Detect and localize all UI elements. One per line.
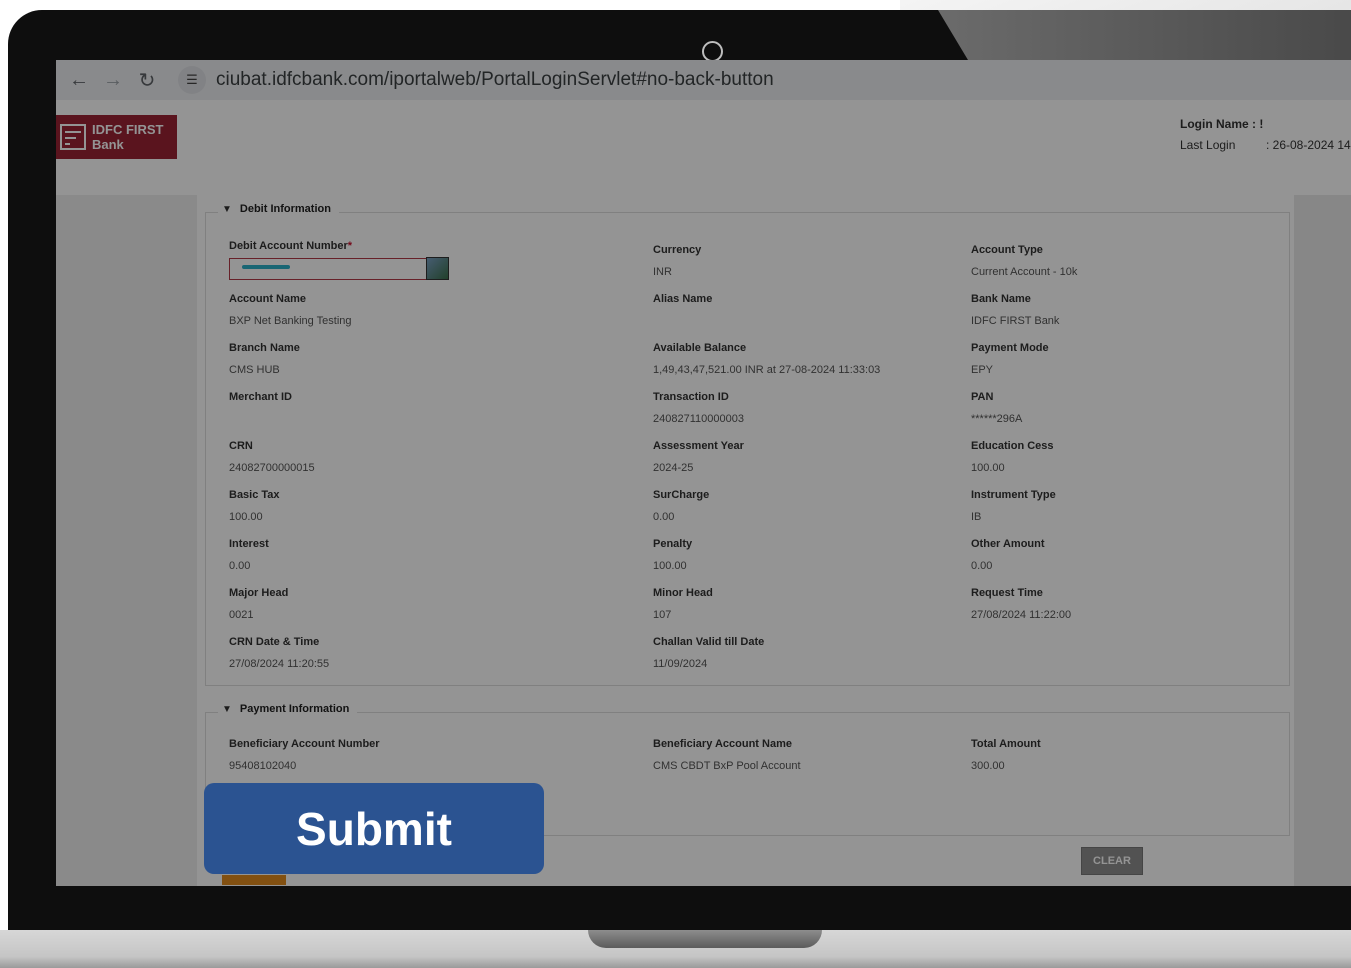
- currency-value: INR: [653, 266, 672, 278]
- last-login-value: : 26-08-2024 14: [1266, 138, 1351, 152]
- right-panel: [1294, 195, 1351, 886]
- debit-account-label: Debit Account Number: [229, 240, 348, 252]
- other-amount-label: Other Amount: [971, 538, 1045, 550]
- surcharge-label: SurCharge: [653, 489, 710, 501]
- total-amount-value: 300.00: [971, 760, 1005, 772]
- address-bar[interactable]: ☰ ciubat.idfcbank.com/iportalweb/PortalL…: [178, 65, 1351, 95]
- collapse-icon[interactable]: ▼: [222, 204, 232, 215]
- hidden-button-edge: [222, 875, 286, 885]
- major-head-value: 0021: [229, 609, 254, 621]
- penalty-label: Penalty: [653, 538, 693, 550]
- logo-text-line2: Bank: [92, 137, 124, 152]
- surcharge-value: 0.00: [653, 511, 675, 523]
- request-time-label: Request Time: [971, 587, 1043, 599]
- education-cess-label: Education Cess: [971, 440, 1054, 452]
- major-head-label: Major Head: [229, 587, 289, 599]
- available-balance-value: 1,49,43,47,521.00 INR at 27-08-2024 11:3…: [653, 364, 881, 376]
- left-panel: [56, 195, 197, 886]
- masked-account-value: [242, 265, 290, 269]
- beneficiary-account-number-value: 95408102040: [229, 760, 297, 772]
- crn-value: 24082700000015: [229, 462, 315, 474]
- available-balance-label: Available Balance: [653, 342, 747, 354]
- camera-icon: [702, 41, 723, 62]
- url-text: ciubat.idfcbank.com/iportalweb/PortalLog…: [216, 69, 774, 90]
- last-login-label: Last Login: [1180, 138, 1236, 152]
- required-mark: *: [347, 240, 353, 252]
- basic-tax-label: Basic Tax: [229, 489, 280, 501]
- account-name-label: Account Name: [229, 293, 307, 305]
- logo-text-line1: IDFC FIRST: [92, 122, 164, 137]
- instrument-type-value: IB: [971, 511, 982, 523]
- beneficiary-account-name-value: CMS CBDT BxP Pool Account: [653, 760, 801, 772]
- laptop-notch: [588, 930, 822, 948]
- interest-value: 0.00: [229, 560, 251, 572]
- beneficiary-account-number-label: Beneficiary Account Number: [229, 738, 380, 750]
- payment-mode-label: Payment Mode: [971, 342, 1049, 354]
- debit-section-title: Debit Information: [239, 203, 331, 215]
- account-type-value: Current Account - 10k: [971, 266, 1078, 278]
- alias-name-label: Alias Name: [653, 293, 713, 305]
- challan-valid-label: Challan Valid till Date: [653, 636, 765, 648]
- other-amount-value: 0.00: [971, 560, 993, 572]
- pan-value: ******296A: [971, 413, 1023, 425]
- page-header: IDFC FIRST Bank Login Name : ! Last Logi…: [56, 100, 1351, 195]
- request-time-value: 27/08/2024 11:22:00: [971, 609, 1072, 621]
- idfc-logo[interactable]: IDFC FIRST Bank: [56, 115, 177, 159]
- clear-button[interactable]: CLEAR: [1081, 847, 1143, 875]
- browser-toolbar: ← → ↻ ☰ ciubat.idfcbank.com/iportalweb/P…: [56, 60, 1351, 100]
- pan-label: PAN: [971, 391, 994, 403]
- crn-datetime-label: CRN Date & Time: [229, 636, 320, 648]
- debit-information-section: ▼ Debit Information Debit Account Number…: [205, 203, 1290, 686]
- account-name-value: BXP Net Banking Testing: [229, 315, 352, 327]
- assessment-year-label: Assessment Year: [653, 440, 744, 452]
- interest-label: Interest: [229, 538, 269, 550]
- transaction-id-value: 240827110000003: [653, 413, 744, 425]
- minor-head-value: 107: [653, 609, 672, 621]
- reload-icon[interactable]: ↻: [130, 65, 164, 95]
- crn-datetime-value: 27/08/2024 11:20:55: [229, 658, 330, 670]
- minor-head-label: Minor Head: [653, 587, 713, 599]
- basic-tax-value: 100.00: [229, 511, 263, 523]
- transaction-id-label: Transaction ID: [653, 391, 729, 403]
- challan-valid-value: 11/09/2024: [653, 658, 708, 670]
- back-arrow-icon[interactable]: ←: [62, 65, 96, 95]
- forward-arrow-icon[interactable]: →: [96, 65, 130, 95]
- account-type-label: Account Type: [971, 244, 1043, 256]
- branch-name-value: CMS HUB: [229, 364, 280, 376]
- merchant-id-label: Merchant ID: [229, 391, 292, 403]
- collapse-icon[interactable]: ▼: [222, 704, 232, 715]
- assessment-year-value: 2024-25: [653, 462, 694, 474]
- submit-button[interactable]: Submit: [204, 783, 544, 874]
- beneficiary-account-name-label: Beneficiary Account Name: [653, 738, 792, 750]
- account-lookup-icon[interactable]: [426, 257, 449, 280]
- crn-label: CRN: [229, 440, 253, 452]
- bank-name-label: Bank Name: [971, 293, 1031, 305]
- bank-name-value: IDFC FIRST Bank: [971, 315, 1060, 327]
- laptop-screen: ← → ↻ ☰ ciubat.idfcbank.com/iportalweb/P…: [56, 60, 1351, 886]
- total-amount-label: Total Amount: [971, 738, 1041, 750]
- branch-name-label: Branch Name: [229, 342, 300, 354]
- debit-account-input[interactable]: [229, 258, 427, 280]
- instrument-type-label: Instrument Type: [971, 489, 1056, 501]
- penalty-value: 100.00: [653, 560, 687, 572]
- login-info: Login Name : ! Last Login : 26-08-2024 14: [1180, 114, 1351, 156]
- site-settings-icon[interactable]: ☰: [178, 66, 206, 94]
- logo-mark-icon: [60, 124, 86, 150]
- payment-mode-value: EPY: [971, 364, 994, 376]
- payment-section-title: Payment Information: [239, 703, 350, 715]
- currency-label: Currency: [653, 244, 702, 256]
- login-name-label: Login Name : !: [1180, 117, 1264, 131]
- education-cess-value: 100.00: [971, 462, 1005, 474]
